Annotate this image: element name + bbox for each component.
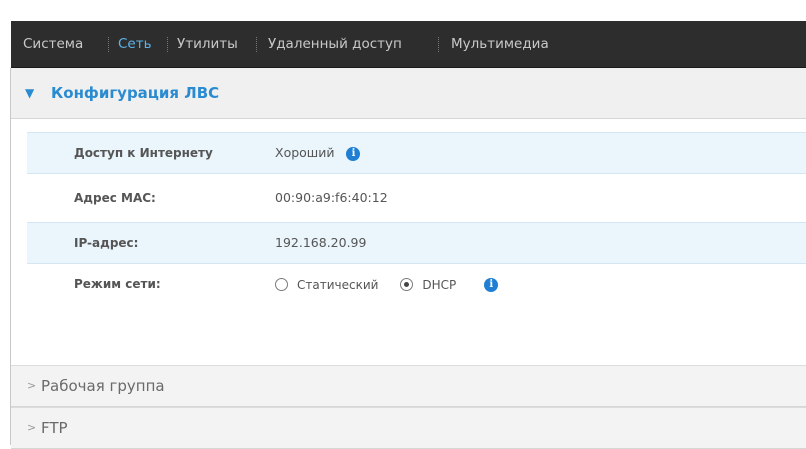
section-lan-config-header[interactable]: ▼ Конфигурация ЛВС [11, 68, 806, 119]
mac-address-value: 00:90:a9:f6:40:12 [275, 190, 388, 205]
content-panel: ▼ Конфигурация ЛВС Доступ к Интернету Хо… [10, 68, 806, 449]
internet-status: Хороший [275, 145, 335, 160]
chevron-right-icon: > [27, 379, 37, 392]
section-title: Конфигурация ЛВС [51, 84, 220, 102]
nav-separator [438, 37, 439, 52]
row-value: Хороший i [275, 133, 361, 173]
row-network-mode: Режим сети: Статический DHCP i [27, 264, 806, 304]
radio-dhcp[interactable] [400, 278, 414, 291]
row-label: Режим сети: [74, 277, 161, 291]
row-mac-address: Адрес MAC: 00:90:a9:f6:40:12 [27, 178, 806, 218]
section-title: Рабочая группа [41, 377, 165, 395]
row-label: Доступ к Интернету [74, 146, 213, 160]
radio-dhcp-label[interactable]: DHCP [422, 278, 456, 292]
nav-separator [108, 37, 109, 52]
row-label: Адрес MAC: [74, 191, 156, 205]
nav-item-remote-access[interactable]: Удаленный доступ [268, 21, 402, 67]
info-icon[interactable]: i [484, 277, 499, 292]
section-ftp-header[interactable]: > FTP [11, 407, 806, 449]
nav-separator [256, 37, 257, 52]
section-workgroup-header[interactable]: > Рабочая группа [11, 365, 806, 407]
radio-static[interactable] [275, 278, 288, 291]
row-ip-address: IP-адрес: 192.168.20.99 [27, 222, 806, 264]
ip-address-value: 192.168.20.99 [275, 235, 367, 250]
nav-item-system[interactable]: Система [23, 21, 83, 67]
nav-separator [167, 37, 168, 52]
radio-static-label[interactable]: Статический [297, 278, 378, 292]
nav-item-multimedia[interactable]: Мультимедиа [451, 21, 549, 67]
info-icon[interactable]: i [346, 146, 361, 161]
network-mode-options: Статический DHCP i [275, 264, 499, 305]
row-internet-access: Доступ к Интернету Хороший i [27, 132, 806, 174]
nav-item-network[interactable]: Сеть [118, 21, 152, 67]
nav-item-utilities[interactable]: Утилиты [177, 21, 238, 67]
row-label: IP-адрес: [74, 236, 139, 250]
main-nav: Система Сеть Утилиты Удаленный доступ Му… [11, 21, 806, 68]
chevron-right-icon: > [27, 421, 37, 434]
section-title: FTP [41, 419, 68, 437]
chevron-down-icon: ▼ [25, 86, 35, 100]
